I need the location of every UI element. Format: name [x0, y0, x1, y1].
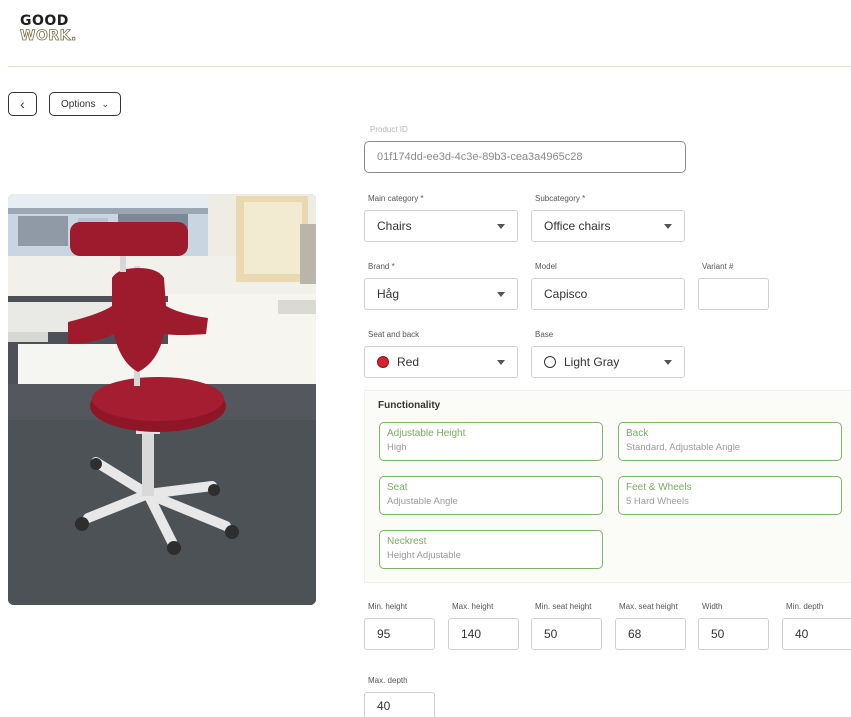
base-select[interactable]: Light Gray	[531, 346, 685, 378]
functionality-card-value: Height Adjustable	[387, 550, 461, 561]
functionality-card-value: Standard, Adjustable Angle	[626, 442, 741, 453]
min-seat-height-input[interactable]: 50	[531, 618, 602, 650]
brand-label: Brand *	[368, 262, 395, 271]
subcategory-value: Office chairs	[544, 219, 611, 233]
functionality-card-adjustable-height[interactable]: Adjustable Height High	[379, 422, 603, 461]
chevron-down-icon: ⌄	[101, 98, 109, 109]
product-id-field[interactable]: 01f174dd-ee3d-4c3e-89b3-cea3a4965c28	[364, 141, 686, 173]
max-height-label: Max. height	[452, 602, 494, 611]
max-height-input[interactable]: 140	[448, 618, 519, 650]
width-value: 50	[711, 627, 725, 641]
variant-label: Variant #	[702, 262, 734, 271]
brand-value: Håg	[377, 287, 400, 301]
seat-and-back-value: Red	[397, 355, 420, 369]
min-depth-value: 40	[795, 627, 809, 641]
max-seat-height-input[interactable]: 68	[615, 618, 686, 650]
seat-and-back-select[interactable]: Red	[364, 346, 518, 378]
subcategory-label: Subcategory *	[535, 194, 586, 203]
functionality-card-back[interactable]: Back Standard, Adjustable Angle	[618, 422, 842, 461]
functionality-card-title: Adjustable Height	[387, 428, 466, 439]
back-button[interactable]: ‹	[8, 92, 37, 116]
functionality-card-neckrest[interactable]: Neckrest Height Adjustable	[379, 530, 603, 569]
functionality-card-title: Back	[626, 428, 649, 439]
model-label: Model	[535, 262, 557, 271]
max-height-value: 140	[461, 627, 482, 641]
product-photo	[8, 194, 316, 605]
main-category-label: Main category *	[368, 194, 424, 203]
base-value: Light Gray	[564, 355, 620, 369]
functionality-card-feet-and-wheels[interactable]: Feet & Wheels 5 Hard Wheels	[618, 476, 842, 515]
min-height-label: Min. height	[368, 602, 408, 611]
main-category-value: Chairs	[377, 219, 412, 233]
product-id-label: Product ID	[370, 125, 408, 134]
max-depth-input[interactable]: 40	[364, 692, 435, 717]
max-seat-height-label: Max. seat height	[619, 602, 678, 611]
product-id-value: 01f174dd-ee3d-4c3e-89b3-cea3a4965c28	[377, 151, 583, 163]
variant-input[interactable]	[698, 278, 769, 310]
caret-down-icon	[664, 223, 672, 229]
subcategory-select[interactable]: Office chairs	[531, 210, 685, 242]
functionality-title: Functionality	[378, 400, 441, 411]
functionality-card-title: Neckrest	[387, 536, 427, 547]
min-depth-input[interactable]: 40	[782, 618, 851, 650]
caret-down-icon	[497, 291, 505, 297]
main-category-select[interactable]: Chairs	[364, 210, 518, 242]
min-height-input[interactable]: 95	[364, 618, 435, 650]
logo-line-1: GOOD	[20, 13, 69, 29]
brand-select[interactable]: Håg	[364, 278, 518, 310]
base-label: Base	[535, 330, 554, 339]
functionality-card-title: Seat	[387, 482, 408, 493]
caret-down-icon	[497, 223, 505, 229]
light-gray-color-swatch-icon	[544, 356, 556, 368]
functionality-card-value: Adjustable Angle	[387, 496, 458, 507]
max-depth-label: Max. depth	[368, 676, 408, 685]
max-seat-height-value: 68	[628, 627, 642, 641]
model-value: Capisco	[544, 287, 588, 301]
functionality-card-value: 5 Hard Wheels	[626, 496, 689, 507]
max-depth-value: 40	[377, 698, 391, 713]
functionality-card-title: Feet & Wheels	[626, 482, 692, 493]
functionality-card-value: High	[387, 442, 407, 453]
min-height-value: 95	[377, 627, 391, 641]
min-seat-height-label: Min. seat height	[535, 602, 592, 611]
options-label: Options	[60, 98, 96, 110]
caret-down-icon	[497, 359, 505, 365]
width-label: Width	[702, 602, 723, 611]
chair-photo-illustration	[8, 194, 316, 605]
logo-line-2: WORK.	[20, 28, 77, 44]
model-input[interactable]: Capisco	[531, 278, 685, 310]
seat-and-back-label: Seat and back	[368, 330, 420, 339]
header-divider	[8, 66, 851, 67]
chevron-left-icon: ‹	[20, 96, 25, 112]
min-seat-height-value: 50	[544, 627, 558, 641]
red-color-swatch-icon	[377, 356, 389, 368]
options-dropdown-button[interactable]: Options ⌄	[49, 92, 121, 116]
caret-down-icon	[664, 359, 672, 365]
min-depth-label: Min. depth	[786, 602, 824, 611]
functionality-card-seat[interactable]: Seat Adjustable Angle	[379, 476, 603, 515]
brand-logo: GOOD WORK.	[20, 14, 77, 44]
width-input[interactable]: 50	[698, 618, 769, 650]
